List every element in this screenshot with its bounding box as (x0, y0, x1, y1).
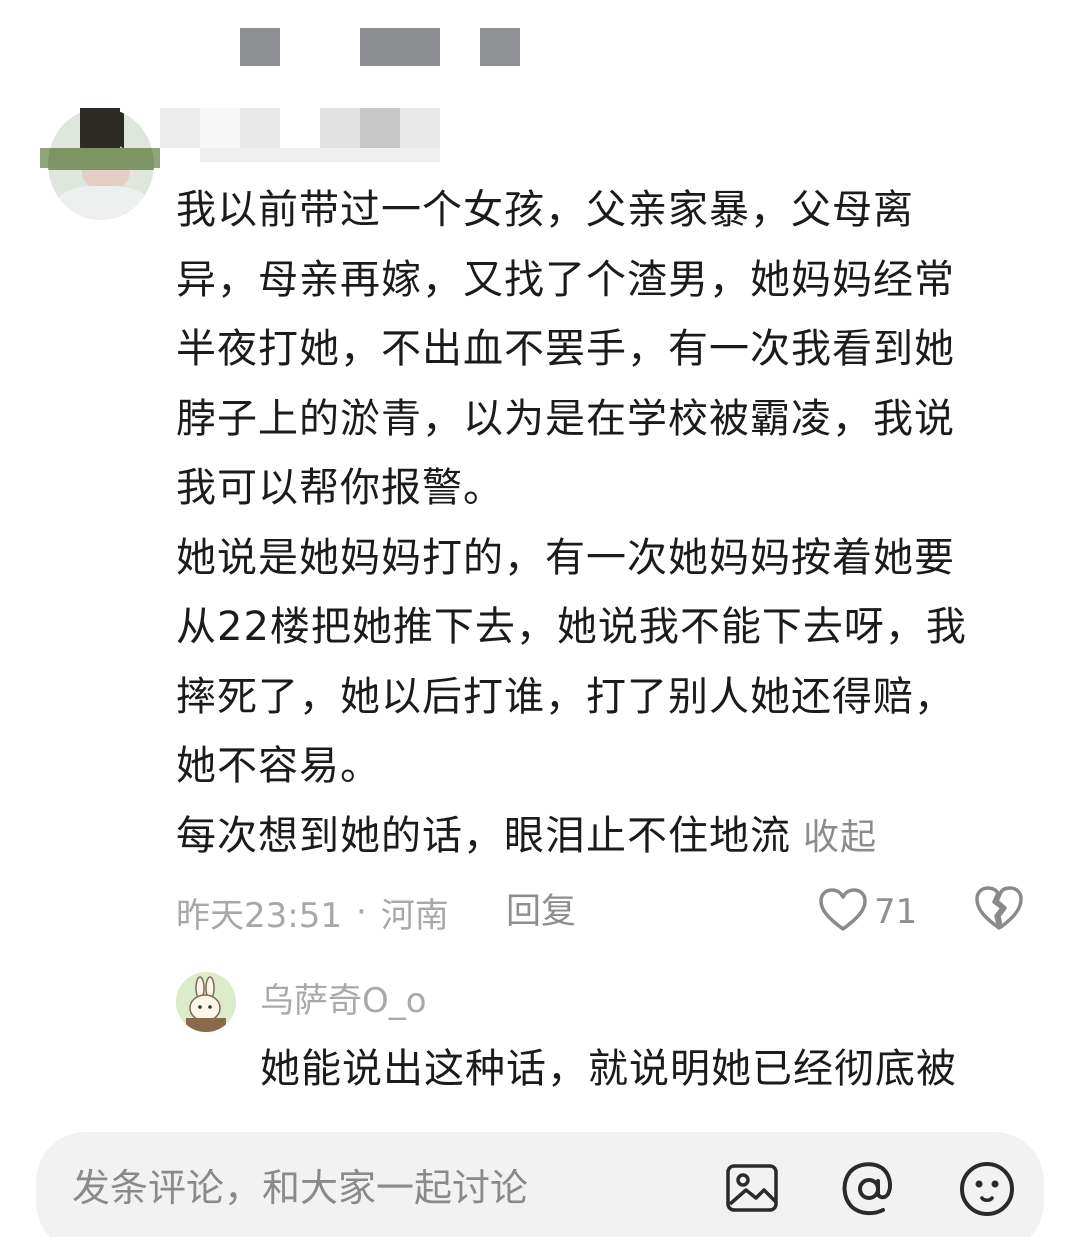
reply-username[interactable]: 乌萨奇O_o (260, 976, 427, 1026)
reply-text: 她能说出这种话，就说明她已经彻底被 (260, 1046, 957, 1092)
comment-line: 我以前带过一个女孩，父亲家暴，父母离 (176, 187, 914, 233)
comment-line: 我可以帮你报警。 (176, 465, 504, 511)
collapse-button[interactable]: 收起 (803, 817, 877, 858)
reply-avatar[interactable] (176, 972, 236, 1032)
comment-line: 她说是她妈妈打的，有一次她妈妈按着她要 (176, 534, 955, 581)
comment-input[interactable]: 发条评论，和大家一起讨论 (72, 1158, 528, 1218)
comment-meta: 昨天23:51 · 河南 (176, 884, 449, 940)
comment-line: 摔死了，她以后打谁，打了别人她还得赔， (176, 673, 955, 720)
at-icon (840, 1162, 898, 1222)
like-button[interactable]: 71 (818, 882, 917, 942)
comment-line: 脖子上的淤青，以为是在学校被霸凌，我说 (176, 395, 955, 442)
comment-line: 她不容易。 (176, 743, 381, 789)
comment-body: 我以前带过一个女孩，父亲家暴，父母离 异，母亲再嫁，又找了个渣男，她妈妈经常 半… (176, 176, 1016, 872)
broken-heart-icon (974, 886, 1024, 936)
heart-outline-icon (818, 887, 868, 937)
comment-line: 半夜打她，不出血不罢手，有一次我看到她 (176, 326, 955, 372)
comment-last-line: 每次想到她的话，眼泪止不住地流 收起 (176, 802, 1016, 873)
rabbit-avatar-icon (176, 972, 236, 1032)
dislike-button[interactable] (974, 884, 1024, 936)
comment-location: 河南 (380, 895, 449, 936)
mention-button[interactable] (840, 1160, 898, 1222)
comment-line: 从22楼把她推下去，她说我不能下去呀，我 (176, 604, 967, 650)
comment-time: 昨天23:51 (176, 895, 342, 936)
comment-line: 每次想到她的话，眼泪止不住地流 (176, 812, 791, 859)
image-icon (724, 1164, 780, 1220)
comment-line: 异，母亲再嫁，又找了个渣男，她妈妈经常 (176, 256, 955, 303)
emoji-button[interactable] (958, 1160, 1016, 1222)
reply-button[interactable]: 回复 (506, 884, 576, 940)
like-count: 71 (874, 892, 918, 932)
emoji-icon (958, 1162, 1016, 1222)
image-button[interactable] (724, 1160, 780, 1220)
meta-separator: · (355, 892, 367, 932)
